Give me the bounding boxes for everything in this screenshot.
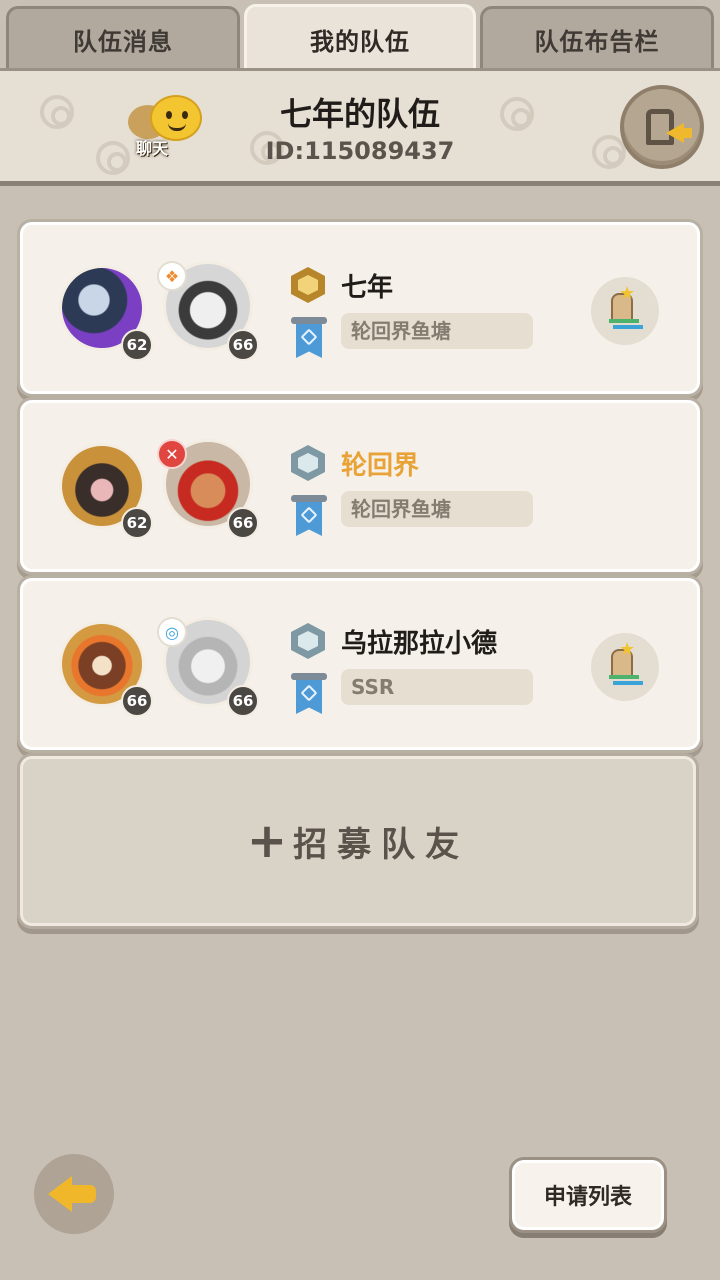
guild-name: SSR [341,669,533,705]
guild-name: 轮回界鱼塘 [341,313,533,349]
member-card: 66 ◎ 66 乌拉那拉小德 SSR ★ [20,578,700,750]
star-icon: ★ [619,639,636,660]
recruit-teammate-button[interactable]: + 招募队友 [20,756,696,926]
player-name: 轮回界 [341,451,420,481]
player-name: 七年 [341,273,394,303]
tab-team-messages[interactable]: 队伍消息 [6,6,240,70]
member-card: 62 ✕ 66 轮回界 轮回界鱼塘 [20,400,700,572]
tab-team-bulletin[interactable]: 队伍布告栏 [480,6,714,70]
swap-leader-button[interactable]: ★ [591,633,659,701]
guild-banner-icon [291,317,327,359]
team-header: 聊天 七年的队伍 ID:115089437 [0,68,720,186]
pet-level-badge: 62 [121,507,153,539]
tab-my-team[interactable]: 我的队伍 [244,4,476,72]
team-id: ID:115089437 [265,137,455,165]
rank-icon [291,267,325,303]
exit-team-button[interactable] [620,85,704,169]
swap-leader-button[interactable]: ★ [591,277,659,345]
hero-level-badge: 66 [227,685,259,717]
rank-icon [291,445,325,481]
member-card: 62 ❖ 66 七年 轮回界鱼塘 ★ [20,222,700,394]
pet-level-badge: 66 [121,685,153,717]
guild-name: 轮回界鱼塘 [341,491,533,527]
tab-bar: 队伍消息 我的队伍 队伍布告栏 [0,0,720,72]
wind-element-icon: ◎ [157,617,187,647]
plus-icon: + [246,813,288,869]
hero-level-badge: 66 [227,507,259,539]
back-button[interactable] [34,1154,114,1234]
warrior-element-icon: ✕ [157,439,187,469]
guild-banner-icon [291,495,327,537]
guild-banner-icon [291,673,327,715]
back-arrow-icon [48,1176,72,1212]
recruit-label: 招募队友 [293,824,470,865]
application-list-button[interactable]: 申请列表 [512,1160,664,1230]
player-name: 乌拉那拉小德 [341,629,498,659]
star-icon: ★ [619,283,636,304]
team-name: 七年的队伍 [279,95,440,133]
pet-level-badge: 62 [121,329,153,361]
fire-element-icon: ❖ [157,261,187,291]
rank-icon [291,623,325,659]
hero-level-badge: 66 [227,329,259,361]
